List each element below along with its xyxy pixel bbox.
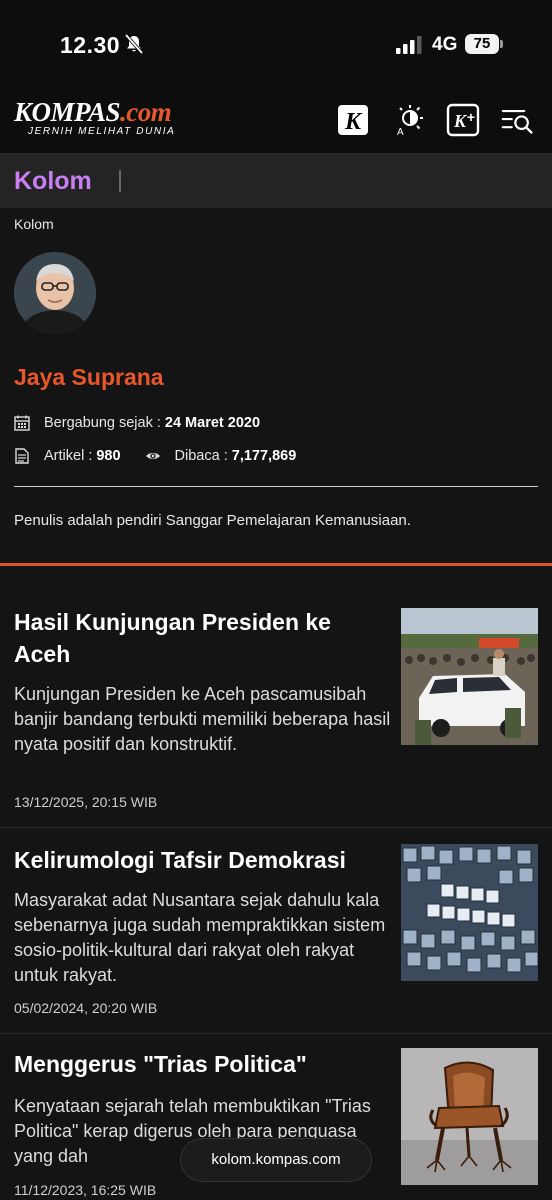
- battery-level: 75: [465, 34, 499, 54]
- breadcrumb[interactable]: Kolom: [14, 216, 54, 232]
- logo-brand: KOMPAS: [14, 97, 121, 127]
- kplus-icon[interactable]: K +: [446, 103, 480, 137]
- document-icon: [15, 448, 29, 464]
- article-date: 11/12/2023, 16:25 WIB: [14, 1182, 157, 1198]
- section-divider: [119, 170, 121, 192]
- url-bar[interactable]: kolom.kompas.com: [180, 1138, 372, 1182]
- article-card[interactable]: Kelirumologi Tafsir Demokrasi Masyarakat…: [0, 830, 552, 1034]
- joined-row: Bergabung sejak : 24 Maret 2020: [14, 415, 260, 431]
- article-date: 13/12/2025, 20:15 WIB: [14, 794, 158, 810]
- site-header: KOMPAS.com JERNIH MELIHAT DUNIA K A K +: [0, 88, 552, 154]
- svg-text:+: +: [467, 109, 475, 125]
- svg-text:K: K: [344, 109, 363, 135]
- article-card[interactable]: Hasil Kunjungan Presiden ke Aceh Kunjung…: [0, 592, 552, 828]
- reads-value: 7,177,869: [231, 448, 297, 464]
- battery-icon: 75: [465, 34, 503, 54]
- article-title[interactable]: Hasil Kunjungan Presiden ke Aceh: [14, 606, 384, 670]
- theme-toggle-icon[interactable]: A: [392, 103, 426, 137]
- article-thumbnail[interactable]: [401, 608, 538, 745]
- articles-label: Artikel :: [44, 448, 93, 464]
- k-app-icon[interactable]: K: [336, 103, 370, 137]
- article-description: Kunjungan Presiden ke Aceh pascamusibah …: [14, 684, 391, 754]
- status-time: 12.30: [60, 32, 121, 58]
- svg-text:A: A: [397, 127, 404, 137]
- author-bio: Penulis adalah pendiri Sanggar Pemelajar…: [14, 512, 411, 529]
- avatar: [14, 252, 96, 334]
- author-name: Jaya Suprana: [14, 364, 164, 390]
- joined-value: 24 Maret 2020: [164, 415, 261, 431]
- eye-icon: [145, 452, 160, 460]
- kompas-logo[interactable]: KOMPAS.com JERNIH MELIHAT DUNIA: [14, 98, 175, 137]
- profile-divider: [14, 486, 538, 487]
- broken-chair-illustration: [401, 1048, 538, 1185]
- articles-value: 980: [96, 448, 121, 464]
- article-title[interactable]: Kelirumologi Tafsir Demokrasi: [14, 844, 384, 876]
- section-accent-line: [0, 563, 552, 566]
- article-description: Masyarakat adat Nusantara sejak dahulu k…: [14, 890, 386, 985]
- section-bar: Kolom: [0, 154, 552, 208]
- article-date: 05/02/2024, 20:20 WIB: [14, 1000, 158, 1016]
- joined-label: Bergabung sejak :: [44, 415, 161, 431]
- stats-row: Artikel : 980 Dibaca : 7,177,869: [14, 448, 296, 464]
- bell-muted-icon: [124, 34, 144, 54]
- letter-cubes-photo: [401, 844, 538, 981]
- article-thumbnail[interactable]: [401, 1048, 538, 1185]
- status-bar: 12.30 4G 75: [0, 0, 552, 88]
- network-type: 4G: [432, 34, 458, 55]
- menu-search-icon[interactable]: [501, 103, 535, 137]
- logo-tagline: JERNIH MELIHAT DUNIA: [28, 126, 176, 137]
- article-thumbnail[interactable]: [401, 844, 538, 981]
- signal-icon: [396, 36, 422, 54]
- calendar-icon: [14, 415, 30, 431]
- crowd-car-photo: [401, 608, 538, 745]
- reads-label: Dibaca :: [174, 448, 228, 464]
- logo-suffix: .com: [120, 97, 172, 127]
- svg-text:K: K: [453, 111, 468, 131]
- author-portrait: [14, 252, 96, 334]
- section-title[interactable]: Kolom: [14, 167, 92, 196]
- article-title[interactable]: Menggerus "Trias Politica": [14, 1048, 384, 1080]
